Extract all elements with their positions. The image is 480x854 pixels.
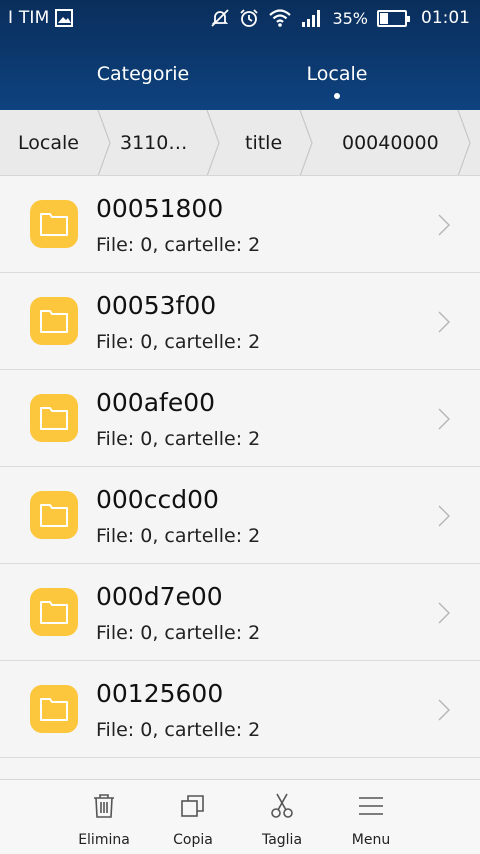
chevron-right-icon [438,602,450,624]
folder-icon [30,491,78,539]
breadcrumb-separator-icon [299,110,313,175]
menu-icon [359,797,383,815]
folder-name: 000afe00 [96,388,216,417]
chevron-right-icon [438,505,450,527]
folder-name: 00125600 [96,679,224,708]
image-icon [55,9,74,27]
tab-bar: Categorie Locale [0,50,480,106]
wifi-icon [269,9,292,27]
scissors-icon [271,793,293,818]
breadcrumb-item-3[interactable]: title [245,110,282,175]
folder-row[interactable]: 00125600 File: 0, cartelle: 2 [0,661,480,758]
folder-name: 000ccd00 [96,485,219,514]
folder-row[interactable]: 000afe00 File: 0, cartelle: 2 [0,370,480,467]
breadcrumb-item-current[interactable]: 00040000 [342,110,439,175]
battery-icon [377,9,410,27]
delete-button[interactable]: Elimina [59,780,149,854]
cut-label: Taglia [261,832,303,848]
folder-info: File: 0, cartelle: 2 [96,234,261,256]
carrier-name: I TIM [8,8,50,28]
status-bar: I TIM 35% 01:01 [0,0,480,36]
folder-icon [30,297,78,345]
bottom-action-bar: Elimina Copia Taglia Menu [0,779,480,854]
active-tab-indicator [334,93,340,99]
folder-row[interactable]: 00051800 File: 0, cartelle: 2 [0,176,480,273]
folder-row[interactable]: 000ccd00 File: 0, cartelle: 2 [0,467,480,564]
folder-row-partial[interactable] [0,758,480,778]
breadcrumb-separator-icon [206,110,220,175]
folder-info: File: 0, cartelle: 2 [96,428,261,450]
folder-info: File: 0, cartelle: 2 [96,525,261,547]
folder-info: File: 0, cartelle: 2 [96,331,261,353]
breadcrumb-separator-icon [97,110,111,175]
tab-locale[interactable]: Locale [237,63,437,85]
trash-icon [94,794,114,818]
folder-info: File: 0, cartelle: 2 [96,622,261,644]
copy-icon [181,795,204,817]
folder-icon [30,200,78,248]
folder-name: 00053f00 [96,291,217,320]
chevron-right-icon [438,408,450,430]
clock: 01:01 [421,8,470,28]
breadcrumb-item-root[interactable]: Locale [18,110,79,175]
signal-icon [302,10,321,27]
cut-button[interactable]: Taglia [237,780,327,854]
chevron-right-icon [438,311,450,333]
battery-percent: 35% [332,8,368,28]
folder-row[interactable]: 00053f00 File: 0, cartelle: 2 [0,273,480,370]
folder-row[interactable]: 000d7e00 File: 0, cartelle: 2 [0,564,480,661]
copy-label: Copia [173,832,213,848]
menu-button[interactable]: Menu [326,780,416,854]
folder-list: 00051800 File: 0, cartelle: 2 00053f00 File… [0,176,480,779]
mute-icon [211,9,230,27]
folder-icon [30,588,78,636]
delete-label: Elimina [78,832,130,848]
breadcrumb-item-2[interactable]: 3110… [120,110,187,175]
folder-icon [30,394,78,442]
app-header: I TIM 35% 01:01 Categorie Locale [0,0,480,110]
menu-label: Menu [351,832,391,848]
copy-button[interactable]: Copia [148,780,238,854]
folder-name: 00051800 [96,194,224,223]
folder-icon [30,685,78,733]
breadcrumb-separator-icon [457,110,471,175]
tab-categorie[interactable]: Categorie [43,63,243,85]
alarm-icon [240,9,259,27]
chevron-right-icon [438,214,450,236]
folder-info: File: 0, cartelle: 2 [96,719,261,741]
breadcrumb: Locale 3110… title 00040000 [0,110,480,176]
file-manager-screen: I TIM 35% 01:01 Categorie Locale Locale … [0,0,480,854]
folder-name: 000d7e00 [96,582,223,611]
chevron-right-icon [438,699,450,721]
